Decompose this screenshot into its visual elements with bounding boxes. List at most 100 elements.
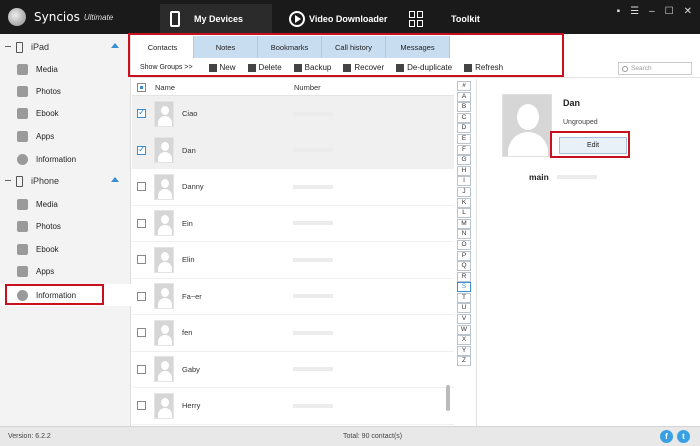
alpha-index-letter[interactable]: M <box>457 218 471 229</box>
tab-my-devices[interactable]: My Devices <box>160 4 272 34</box>
phone-icon <box>16 175 23 187</box>
sidebar-item-ebook[interactable]: Ebook <box>0 102 131 124</box>
twitter-icon[interactable]: t <box>677 430 690 443</box>
sidebar-item-media[interactable]: Media <box>0 58 131 80</box>
contact-avatar <box>154 246 174 273</box>
facebook-icon[interactable]: f <box>660 430 673 443</box>
contact-name: Elin <box>182 255 195 265</box>
row-checkbox[interactable] <box>137 291 146 301</box>
sidebar-item-media[interactable]: Media <box>0 193 131 215</box>
sidebar-item-photos[interactable]: Photos <box>0 215 131 237</box>
alpha-index-letter[interactable]: # <box>457 81 471 91</box>
sidebar-item-information[interactable]: Information <box>0 148 131 170</box>
table-row[interactable]: Gaby <box>132 352 454 388</box>
table-row[interactable]: Danny <box>132 169 454 206</box>
contact-name: fen <box>182 328 193 338</box>
contact-name: Fa~er <box>182 291 202 301</box>
alpha-index-letter[interactable]: E <box>457 133 471 144</box>
photos-icon <box>17 85 28 97</box>
alpha-index-letter[interactable]: P <box>457 250 471 261</box>
column-number[interactable]: Number <box>294 83 321 92</box>
row-checkbox[interactable] <box>137 144 146 155</box>
collapse-icon[interactable] <box>5 46 11 47</box>
contact-number-redacted <box>293 367 333 372</box>
close-icon[interactable]: ✕ <box>684 6 692 17</box>
row-checkbox[interactable] <box>137 218 146 228</box>
contact-name: Ciao <box>182 109 198 119</box>
sidebar-item-apps[interactable]: Apps <box>0 260 131 282</box>
alpha-index-letter[interactable]: U <box>457 303 471 314</box>
alpha-index-letter[interactable]: Y <box>457 345 471 356</box>
contact-detail-name: Dan <box>563 98 581 108</box>
alpha-index-letter[interactable]: O <box>457 239 471 250</box>
device-ipad[interactable]: iPad <box>0 36 131 58</box>
maximize-icon[interactable]: ☐ <box>665 6 674 17</box>
row-checkbox[interactable] <box>137 182 146 192</box>
apps-icon <box>17 265 28 277</box>
sidebar-item-photos[interactable]: Photos <box>0 80 131 102</box>
alpha-index-letter[interactable]: I <box>457 176 471 187</box>
row-checkbox[interactable] <box>137 255 146 265</box>
alpha-index-letter[interactable]: T <box>457 292 471 303</box>
sidebar-item-label: Ebook <box>36 244 59 254</box>
table-row[interactable]: Ein <box>132 206 454 242</box>
contact-name: Dan <box>182 145 196 155</box>
alpha-index-letter[interactable]: C <box>457 112 471 123</box>
minimize-icon[interactable]: – <box>649 6 655 17</box>
alpha-index-letter[interactable]: W <box>457 324 471 335</box>
search-input[interactable]: Search <box>618 62 692 75</box>
app-logo: Syncios Ultimate <box>8 8 113 26</box>
alpha-index-letter[interactable]: S <box>457 282 471 293</box>
alpha-index-letter[interactable]: A <box>457 91 471 102</box>
alpha-index-letter[interactable]: H <box>457 165 471 176</box>
title-bar: Syncios Ultimate My Devices Video Downlo… <box>0 0 700 34</box>
sidebar-item-ebook[interactable]: Ebook <box>0 238 131 260</box>
device-iphone[interactable]: iPhone <box>0 170 131 192</box>
total-contacts: Total: 90 contact(s) <box>343 433 403 440</box>
highlight-box-information <box>5 284 104 305</box>
alpha-index: # A B C D E F G H I J K L M N O P Q R S T U V W X Y Z <box>457 81 471 367</box>
sidebar-item-apps[interactable]: Apps <box>0 125 131 147</box>
eject-icon[interactable] <box>111 43 119 48</box>
contact-name: Ein <box>182 218 193 228</box>
highlight-box-edit <box>550 131 630 158</box>
select-all-checkbox[interactable] <box>137 82 146 92</box>
table-row[interactable]: Ciao <box>132 96 454 133</box>
row-checkbox[interactable] <box>137 364 146 374</box>
tab-label: Toolkit <box>451 14 480 24</box>
alpha-index-letter[interactable]: R <box>457 271 471 282</box>
alpha-index-letter[interactable]: Z <box>457 356 471 367</box>
alpha-index-letter[interactable]: D <box>457 123 471 134</box>
list-scrollbar[interactable] <box>446 385 450 411</box>
row-checkbox[interactable] <box>137 401 146 411</box>
table-row[interactable]: Fa~er <box>132 279 454 315</box>
table-row[interactable]: fen <box>132 315 454 352</box>
contact-number-redacted <box>293 403 333 408</box>
contacts-list: Name Number Ciao Dan Danny Ein Elin Fa~e… <box>132 79 454 426</box>
alpha-index-letter[interactable]: G <box>457 155 471 166</box>
table-row[interactable]: Elin <box>132 242 454 279</box>
row-checkbox[interactable] <box>137 328 146 338</box>
alpha-index-letter[interactable]: L <box>457 208 471 219</box>
tab-toolkit[interactable]: Toolkit <box>403 4 503 34</box>
tab-video-downloader[interactable]: Video Downloader <box>283 4 403 34</box>
alpha-index-letter[interactable]: B <box>457 102 471 113</box>
alpha-index-letter[interactable]: J <box>457 186 471 197</box>
menu-icon[interactable]: ☰ <box>630 6 639 17</box>
phone-icon <box>170 11 180 27</box>
table-row[interactable]: Herry <box>132 388 454 425</box>
alpha-index-letter[interactable]: Q <box>457 261 471 272</box>
row-checkbox[interactable] <box>137 107 146 119</box>
table-row[interactable]: Dan <box>132 132 454 169</box>
collapse-icon[interactable] <box>5 180 11 181</box>
version-label: Version: 6.2.2 <box>8 433 51 440</box>
eject-icon[interactable] <box>111 177 119 182</box>
alpha-index-letter[interactable]: N <box>457 229 471 240</box>
alpha-index-letter[interactable]: V <box>457 314 471 325</box>
column-name[interactable]: Name <box>155 83 294 92</box>
alpha-index-letter[interactable]: K <box>457 197 471 208</box>
alpha-index-letter[interactable]: F <box>457 144 471 155</box>
contact-photo <box>502 94 552 157</box>
alpha-index-letter[interactable]: X <box>457 335 471 346</box>
chat-icon[interactable]: ▪ <box>617 6 621 17</box>
